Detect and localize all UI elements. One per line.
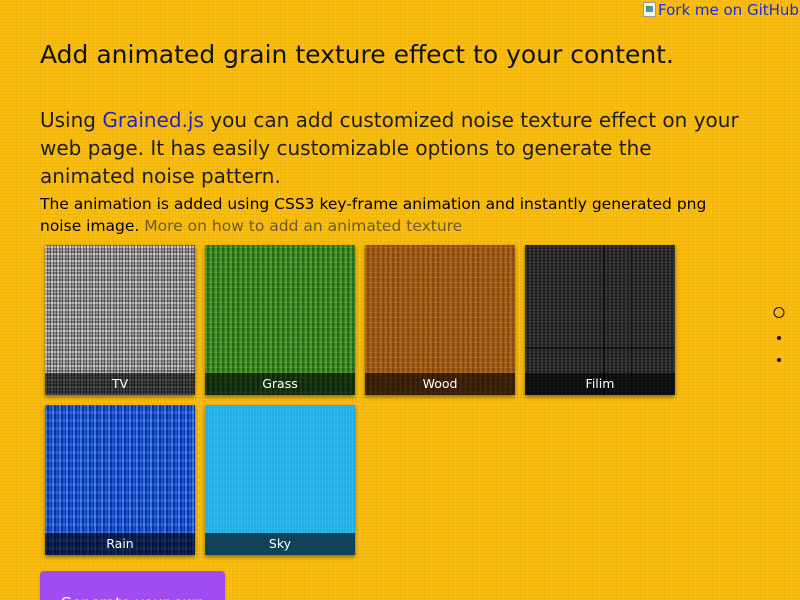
preset-label-wood: Wood — [365, 373, 515, 395]
preset-tile-rain[interactable]: Rain — [45, 405, 195, 555]
preset-label-tv: TV — [45, 373, 195, 395]
intro-prefix: Using — [40, 108, 103, 132]
preset-tile-wood[interactable]: Wood — [365, 245, 515, 395]
preset-label-filim: Filim — [525, 373, 675, 395]
fork-me-on-github-link[interactable]: Fork me on GitHub — [642, 0, 800, 26]
preset-label-grass: Grass — [205, 373, 355, 395]
preset-tile-grass[interactable]: Grass — [205, 245, 355, 395]
preset-tile-tv[interactable]: TV — [45, 245, 195, 395]
broken-image-icon — [643, 2, 656, 17]
preset-tile-filim[interactable]: Filim — [525, 245, 675, 395]
preset-label-sky: Sky — [205, 533, 355, 555]
page-title: Add animated grain texture effect to you… — [40, 40, 674, 69]
generate-your-own-button[interactable]: Generate your own — [40, 571, 225, 600]
preset-label-rain: Rain — [45, 533, 195, 555]
more-on-texture-link[interactable]: More on how to add an animated texture — [144, 217, 462, 235]
pager-dot-1[interactable] — [773, 307, 785, 318]
grained-js-link[interactable]: Grained.js — [102, 108, 204, 132]
preset-tile-sky[interactable]: Sky — [205, 405, 355, 555]
animation-note: The animation is added using CSS3 key-fr… — [40, 193, 740, 237]
fork-me-alt-text: Fork me on GitHub — [658, 1, 799, 19]
pager-dot-2[interactable] — [777, 336, 781, 340]
pager-dot-3[interactable] — [777, 358, 781, 362]
intro-paragraph: Using Grained.js you can add customized … — [40, 106, 740, 190]
